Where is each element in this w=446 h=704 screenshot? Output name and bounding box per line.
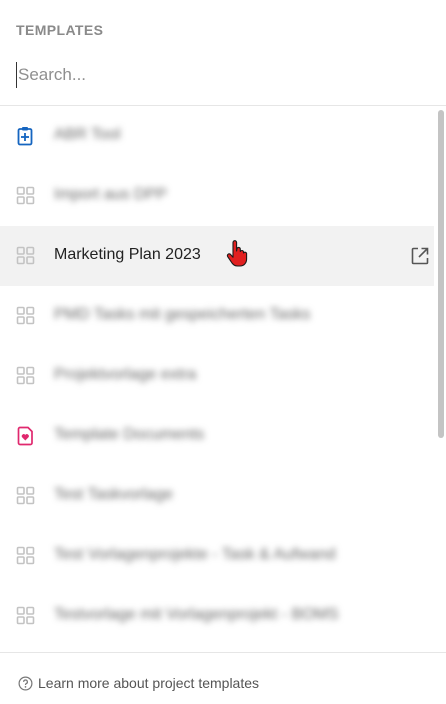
templates-header: TEMPLATES (0, 0, 446, 106)
template-label: Test Taskvorlage (54, 486, 173, 503)
grid-icon (16, 486, 36, 506)
template-label: Test Vorlagenprojekte - Task & Aufwand (54, 546, 336, 563)
open-in-new-icon[interactable] (410, 246, 430, 266)
clipboard-plus-icon (16, 126, 36, 146)
template-row-1[interactable]: Import aus DPP (0, 166, 434, 226)
templates-panel: TEMPLATES ABR Tool (0, 0, 446, 704)
search-wrap (16, 62, 418, 88)
grid-icon (16, 546, 36, 566)
template-row-6[interactable]: Test Taskvorlage (0, 466, 434, 526)
template-row-7[interactable]: Test Vorlagenprojekte - Task & Aufwand (0, 526, 434, 586)
template-row-3[interactable]: PMD Tasks mit gespeicherten Tasks (0, 286, 434, 346)
template-label: Testvorlage mit Vorlagenprojekt - BOMS (54, 606, 339, 623)
search-input[interactable] (16, 62, 418, 88)
list-scrollbar[interactable] (436, 106, 446, 652)
grid-icon (16, 306, 36, 326)
heart-document-icon (16, 426, 36, 446)
grid-icon (16, 246, 36, 266)
help-circle-icon (18, 676, 33, 690)
template-row-5[interactable]: Template Documents (0, 406, 434, 466)
templates-footer: Learn more about project templates (0, 652, 446, 704)
template-label: PMD Tasks mit gespeicherten Tasks (54, 306, 311, 323)
grid-icon (16, 366, 36, 386)
template-label: Projektvorlage extra (54, 366, 197, 383)
learn-more-label: Learn more about project templates (38, 675, 260, 691)
scrollbar-thumb[interactable] (438, 110, 444, 438)
template-row-4[interactable]: Projektvorlage extra (0, 346, 434, 406)
grid-icon (16, 186, 36, 206)
template-label: ABR Tool (54, 126, 121, 143)
templates-list: ABR Tool Import aus DPP Marketing Plan 2… (0, 106, 434, 652)
template-row-2[interactable]: Marketing Plan 2023 (0, 226, 434, 286)
template-label: Import aus DPP (54, 186, 167, 203)
template-row-0[interactable]: ABR Tool (0, 106, 434, 166)
template-label: Template Documents (54, 426, 205, 443)
grid-icon (16, 606, 36, 626)
template-row-8[interactable]: Testvorlage mit Vorlagenprojekt - BOMS (0, 586, 434, 646)
learn-more-link[interactable]: Learn more about project templates (18, 675, 259, 691)
section-title: TEMPLATES (16, 22, 104, 38)
template-label: Marketing Plan 2023 (54, 246, 201, 263)
